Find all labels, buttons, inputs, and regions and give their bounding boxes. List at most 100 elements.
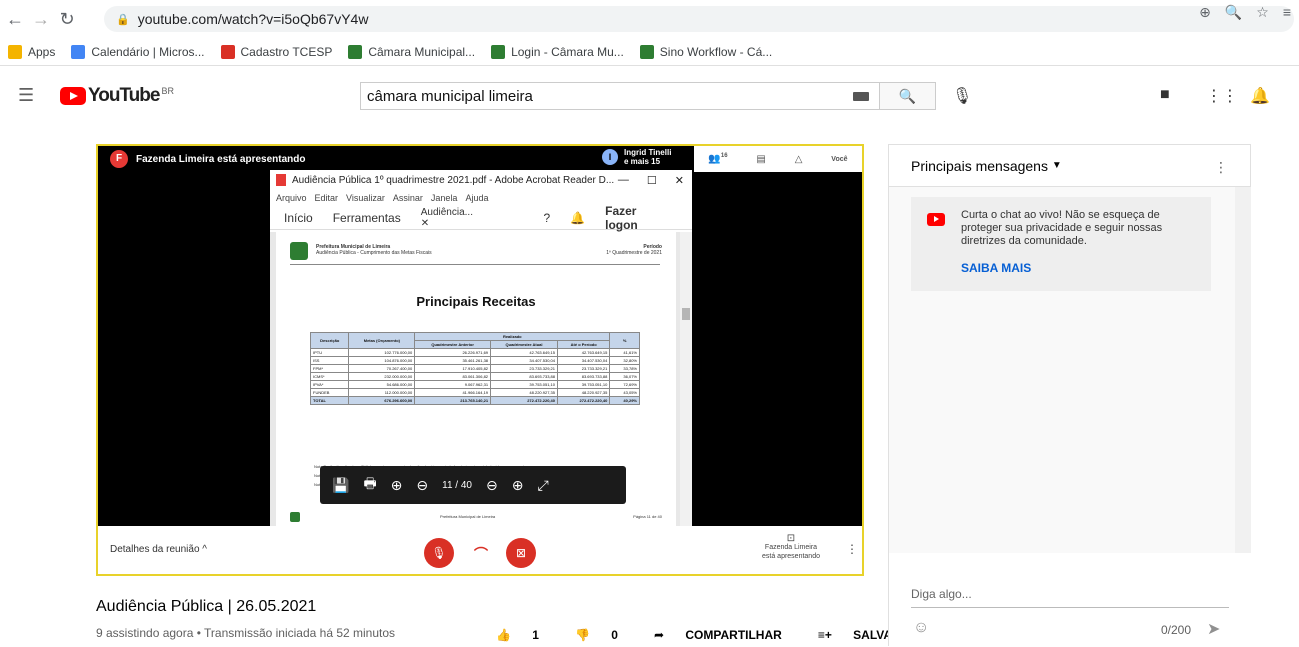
bookmark-sino[interactable]: Sino Workflow - Cá... xyxy=(639,44,772,59)
search-input[interactable]: câmara municipal limeira xyxy=(360,82,880,110)
document-scrollbar[interactable] xyxy=(680,232,692,526)
close-tab-icon[interactable]: ✕ xyxy=(421,218,429,229)
menu-assinar[interactable]: Assinar xyxy=(393,193,423,203)
page-title: Principais Receitas xyxy=(416,294,536,309)
share-button[interactable]: ➦ COMPARTILHAR xyxy=(654,628,800,642)
page-up-icon[interactable]: ⊕ xyxy=(391,477,403,494)
zoom-in-icon[interactable]: ⊕ xyxy=(512,477,524,494)
table-row: IPVA* 54.686.000,00 9.067.962,31 39.753.051… xyxy=(309,380,640,389)
bell-icon[interactable]: 🔔 xyxy=(570,211,585,225)
activities-icon[interactable]: △ xyxy=(795,154,803,165)
chat-more-icon[interactable]: ⋮ xyxy=(1214,159,1228,176)
share-icon: ➦ xyxy=(653,628,665,642)
reload-icon[interactable]: ↻ xyxy=(56,9,78,30)
chat-icon[interactable]: ▤ xyxy=(756,154,765,165)
install-icon[interactable]: ⊕ xyxy=(1199,4,1211,21)
video-title: Audiência Pública | 26.05.2021 xyxy=(96,598,317,615)
page-down-icon[interactable]: ⊖ xyxy=(416,477,428,494)
table-row: FPM* 70.267.400,00 17.910.405,82 23.733.329… xyxy=(309,364,640,373)
header-rule xyxy=(290,264,660,265)
reading-list-icon[interactable]: ≡ xyxy=(1283,4,1291,21)
meet-bottom-bar: Detalhes da reunião ^ 🎙 ⌒ ⊠ ⊡ Fazenda Li… xyxy=(98,526,862,574)
print-icon[interactable]: 🖶 xyxy=(363,473,376,497)
hang-up-icon[interactable]: ⌒ xyxy=(474,544,488,564)
bookmark-calendario[interactable]: Calendário | Micros... xyxy=(71,44,205,59)
zoom-out-icon[interactable]: ⊖ xyxy=(486,477,498,494)
city-crest-icon xyxy=(290,242,308,260)
forward-arrow-icon[interactable]: → xyxy=(30,9,52,30)
pdf-icon xyxy=(276,174,286,186)
teams-icon xyxy=(71,44,86,59)
table-total-row: TOTAL 676.296.600,00 213.765.140,21 272.472… xyxy=(309,396,640,405)
tab-document[interactable]: Audiência... ✕ xyxy=(421,207,524,229)
crest-icon xyxy=(491,44,506,59)
keyboard-icon[interactable] xyxy=(853,92,869,101)
table-row: FUNDEB 112.000.000,00 41.966.164,19 48.220.… xyxy=(309,388,640,397)
tab-inicio[interactable]: Início xyxy=(284,211,313,225)
pdf-floating-toolbar: 💾 🖶 ⊕ ⊖ 11 / 40 ⊖ ⊕ ⤢ xyxy=(320,466,626,504)
menu-ajuda[interactable]: Ajuda xyxy=(465,193,488,203)
close-icon[interactable]: ✕ xyxy=(675,174,684,187)
acrobat-tabs: Início Ferramentas Audiência... ✕ ? 🔔 Fa… xyxy=(270,204,692,232)
like-button[interactable]: 👍 1 xyxy=(496,628,557,642)
menu-arquivo[interactable]: Arquivo xyxy=(276,193,307,203)
dislike-button[interactable]: 👎 0 xyxy=(575,628,636,642)
bookmark-camara[interactable]: Câmara Municipal... xyxy=(348,44,475,59)
chat-header[interactable]: Principais mensagens ▼ ⋮ xyxy=(889,145,1250,187)
acrobat-titlebar: Audiência Pública 1º quadrimestre 2021.p… xyxy=(270,170,692,190)
zoom-icon[interactable]: 🔍 xyxy=(1225,4,1242,21)
apps-grid-icon[interactable]: ⋮⋮ xyxy=(1206,86,1238,106)
people-icon[interactable]: 👥16 xyxy=(708,153,727,164)
microphone-icon[interactable]: 🎙 xyxy=(952,86,972,106)
self-view-label: Você xyxy=(831,155,848,163)
star-icon[interactable]: ☆ xyxy=(1256,4,1269,21)
notifications-bell-icon[interactable]: 🔔 xyxy=(1250,86,1270,106)
meeting-details-button[interactable]: Detalhes da reunião ^ xyxy=(110,544,207,555)
playlist-add-icon: ≡+ xyxy=(817,628,832,642)
youtube-play-icon xyxy=(60,87,86,105)
chat-input-area: Diga algo... ☺ 0/200 ➤ xyxy=(889,553,1251,647)
create-video-icon[interactable]: ■ xyxy=(1160,86,1170,104)
video-player[interactable]: F Fazenda Limeira está apresentando I In… xyxy=(96,144,864,576)
presenting-status: ⊡ Fazenda Limeira está apresentando xyxy=(746,534,836,561)
maximize-icon[interactable]: ☐ xyxy=(647,174,657,187)
chat-scrollbar[interactable] xyxy=(1235,187,1251,553)
back-arrow-icon[interactable]: ← xyxy=(4,9,26,30)
minimize-icon[interactable]: — xyxy=(618,174,629,187)
participant-avatar: I xyxy=(602,149,618,165)
present-screen-icon: ⊡ xyxy=(786,533,796,544)
footer-crest-icon xyxy=(290,512,300,522)
bookmark-cadastro[interactable]: Cadastro TCESP xyxy=(220,44,332,59)
bookmark-login[interactable]: Login - Câmara Mu... xyxy=(491,44,624,59)
save-icon[interactable]: 💾 xyxy=(332,477,349,494)
youtube-icon xyxy=(927,213,945,226)
camera-off-icon[interactable]: ⊠ xyxy=(506,538,536,568)
help-icon[interactable]: ? xyxy=(543,211,550,225)
menu-editar[interactable]: Editar xyxy=(315,193,339,203)
emoji-icon[interactable]: ☺ xyxy=(913,619,929,637)
scrollbar-thumb[interactable] xyxy=(682,308,690,320)
fit-page-icon[interactable]: ⤢ xyxy=(537,477,548,494)
search-button[interactable]: 🔍 xyxy=(880,82,936,110)
page-number-input[interactable]: 11 / 40 xyxy=(442,480,472,491)
menu-hamburger-icon[interactable]: ☰ xyxy=(18,85,34,106)
browser-toolbar: ← → ↻ 🔒 youtube.com/watch?v=i5oQb67vY4w xyxy=(0,0,1299,38)
send-icon[interactable]: ➤ xyxy=(1207,619,1220,639)
login-link[interactable]: Fazer logon xyxy=(605,204,672,232)
learn-more-link[interactable]: SAIBA MAIS xyxy=(961,261,1031,275)
presenter-avatar: F xyxy=(110,150,128,168)
bookmark-apps[interactable]: Apps xyxy=(8,44,55,59)
live-chat: Principais mensagens ▼ ⋮ Curta o chat ao… xyxy=(888,144,1251,647)
thumb-up-icon: 👍 xyxy=(496,628,511,642)
mic-off-icon[interactable]: 🎙 xyxy=(424,538,454,568)
address-bar[interactable]: 🔒 youtube.com/watch?v=i5oQb67vY4w xyxy=(104,6,1294,32)
tcesp-icon xyxy=(220,44,235,59)
tab-ferramentas[interactable]: Ferramentas xyxy=(333,211,401,225)
dropdown-icon: ▼ xyxy=(1051,160,1062,171)
chat-input[interactable]: Diga algo... xyxy=(911,587,972,601)
youtube-logo[interactable]: YouTube BR xyxy=(60,85,174,107)
menu-visualizar[interactable]: Visualizar xyxy=(346,193,385,203)
more-options-icon[interactable]: ⋮ xyxy=(846,542,858,556)
apps-grid-icon xyxy=(8,44,22,59)
menu-janela[interactable]: Janela xyxy=(431,193,458,203)
